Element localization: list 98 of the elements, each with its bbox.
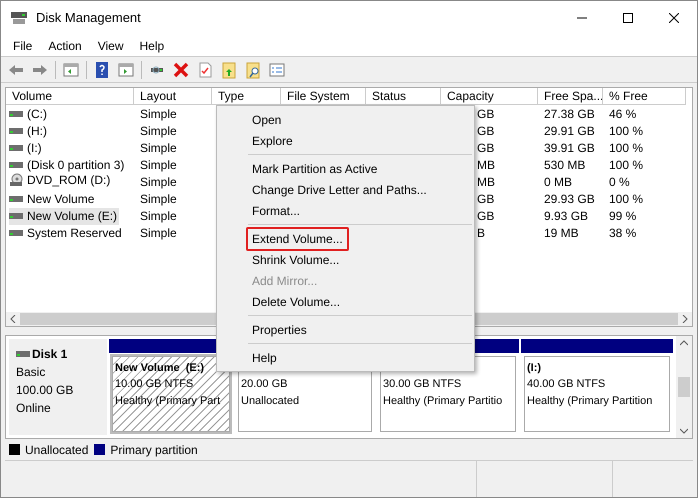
table-cell: MB (477, 174, 495, 188)
table-cell: 0 MB (544, 174, 572, 188)
table-cell: 100 % (609, 140, 644, 154)
table-cell: Simple (140, 192, 177, 206)
partition-name: (I:) (527, 361, 542, 376)
drive-icon (9, 128, 23, 134)
table-cell: 99 % (609, 208, 636, 222)
table-cell: GB (477, 124, 494, 138)
column-header[interactable]: File System (281, 88, 366, 105)
partition-name: New Volume (E:) (115, 361, 206, 376)
close-icon (669, 13, 679, 23)
maximize-icon (623, 13, 633, 23)
table-cell-text: New Volume (E:) (27, 208, 118, 226)
menu-item[interactable]: Open (246, 108, 288, 132)
column-header[interactable]: Type (212, 88, 281, 105)
table-cell: Simple (140, 174, 177, 188)
table-cell-text: (C:) (27, 106, 47, 124)
partition-size: 20.00 GB (241, 377, 288, 392)
menu-item[interactable]: Mark Partition as Active (246, 156, 384, 180)
menu-item[interactable]: Extend Volume... (246, 226, 349, 250)
partition-status: Unallocated (241, 394, 300, 408)
table-cell: 27.38 GB (544, 106, 595, 120)
legend-label: Primary partition (110, 442, 198, 458)
table-cell: GB (477, 106, 494, 120)
menu-item[interactable]: Shrink Volume... (246, 248, 346, 272)
table-cell: 100 % (609, 192, 644, 206)
table-cell-text: DVD_ROM (D:) (27, 172, 110, 189)
menu-item[interactable]: Format... (246, 198, 306, 222)
table-cell: 29.93 GB (544, 192, 595, 206)
drive-icon (16, 351, 30, 357)
column-header[interactable]: Volume (6, 88, 134, 105)
table-cell: 39.91 GB (544, 140, 595, 154)
partition-size: 40.00 GB NTFS (527, 377, 606, 392)
menu-item[interactable]: Help (132, 36, 172, 54)
scroll-down-icon[interactable] (680, 428, 688, 434)
disk-name: Disk 1 (32, 346, 68, 363)
disc-drive-icon (9, 172, 23, 187)
column-header[interactable]: % Free (603, 88, 686, 105)
drive-icon (9, 162, 23, 168)
table-cell: GB (477, 192, 494, 206)
scroll-thumb[interactable] (678, 377, 690, 397)
table-cell-text: (I:) (27, 140, 42, 158)
table-cell: Simple (140, 158, 177, 172)
column-header[interactable]: Layout (134, 88, 212, 105)
table-cell-text: New Volume (27, 191, 94, 208)
drive-icon (9, 213, 23, 220)
table-cell: 0 % (609, 174, 630, 188)
drive-icon (9, 145, 23, 152)
table-cell: 19 MB (544, 226, 579, 240)
menu-item[interactable]: Change Drive Letter and Paths... (246, 178, 433, 202)
table-cell-text: (Disk 0 partition 3) (27, 157, 124, 174)
table-cell: 38 % (609, 226, 636, 240)
drive-icon (9, 230, 23, 236)
table-cell: B (477, 226, 486, 240)
column-header[interactable]: Status (366, 88, 441, 105)
disk-size: 100.00 GB (16, 382, 74, 399)
table-cell: 29.91 GB (544, 124, 595, 138)
menu-item[interactable]: Explore (246, 128, 299, 152)
table-cell-text: System Reserved (27, 225, 122, 242)
menu-item[interactable]: View (90, 36, 132, 54)
scroll-up-icon[interactable] (680, 340, 688, 346)
partition-status: Healthy (Primary Part (115, 394, 222, 408)
partition-size: 30.00 GB NTFS (383, 377, 462, 392)
table-cell: Simple (140, 124, 177, 138)
table-cell: 46 % (609, 106, 636, 120)
table-cell-text: (H:) (27, 123, 47, 140)
partition-size: 10.00 GB NTFS (115, 377, 194, 392)
drive-icon (9, 196, 23, 202)
drive-icon (9, 111, 23, 118)
table-cell: Simple (140, 226, 177, 240)
menu-item[interactable]: Help (246, 346, 283, 370)
column-header[interactable]: Capacity (441, 88, 538, 105)
disk-type: Basic (16, 364, 46, 381)
table-cell: 100 % (609, 158, 644, 172)
disk-info-panel[interactable]: Disk 1 Basic 100.00 GB Online (9, 339, 107, 435)
menu-item[interactable]: File (5, 36, 40, 54)
vertical-scrollbar[interactable] (676, 336, 692, 438)
table-cell: GB (477, 208, 494, 222)
menu-item[interactable]: Properties (246, 318, 313, 342)
table-cell: GB (477, 140, 494, 154)
partition-status: Healthy (Primary Partition (527, 394, 654, 408)
menu-item[interactable]: Delete Volume... (246, 290, 346, 314)
table-cell: 530 MB (544, 158, 586, 172)
column-header[interactable]: Free Spa... (538, 88, 603, 105)
table-cell: MB (477, 158, 495, 172)
table-cell: Simple (140, 140, 177, 154)
table-cell: Simple (140, 106, 177, 120)
window-title: Disk Management (36, 9, 141, 28)
table-cell: 9.93 GB (544, 208, 588, 222)
disk-icon (11, 11, 27, 25)
scroll-left-icon[interactable] (9, 315, 17, 323)
legend-label: Unallocated (25, 442, 88, 458)
menu-item[interactable]: Action (40, 36, 90, 54)
disk-status: Online (16, 400, 52, 417)
scroll-right-icon[interactable] (681, 315, 689, 323)
table-cell: 100 % (609, 124, 644, 138)
table-cell: Simple (140, 208, 177, 222)
partition-status: Healthy (Primary Partitio (383, 394, 504, 408)
